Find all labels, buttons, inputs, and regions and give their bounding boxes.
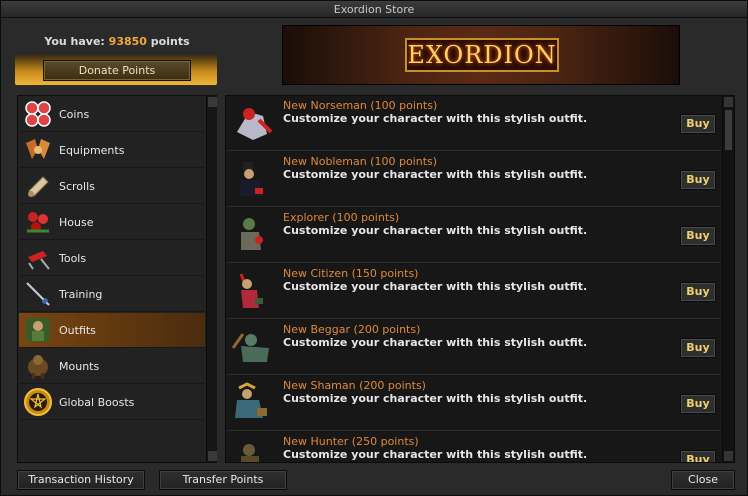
- buy-button[interactable]: Buy: [680, 282, 716, 302]
- item-description: Customize your character with this styli…: [283, 112, 588, 125]
- category-label: Equipments: [59, 144, 125, 157]
- category-training[interactable]: Training: [19, 277, 205, 312]
- item-name: Explorer (100 points): [283, 211, 400, 224]
- item-name: New Nobleman (100 points): [283, 155, 438, 168]
- item-scrollbar[interactable]: [722, 96, 734, 462]
- training-icon: [26, 282, 50, 306]
- category-label: House: [59, 216, 94, 229]
- item-description: Customize your character with this styli…: [283, 392, 588, 405]
- house-icon: [27, 212, 49, 233]
- store-item: New Norseman (100 points) Customize your…: [227, 96, 721, 151]
- exordion-logo: EXORDION: [405, 38, 559, 72]
- category-outfits[interactable]: Outfits: [19, 313, 205, 348]
- category-scrollbar[interactable]: [206, 96, 217, 462]
- item-description: Customize your character with this styli…: [283, 448, 588, 461]
- item-name: New Shaman (200 points): [283, 379, 426, 392]
- points-suffix: points: [150, 35, 190, 48]
- scroll-up-arrow[interactable]: [208, 97, 217, 107]
- item-description: Customize your character with this styli…: [283, 280, 588, 293]
- outfit-citizen-icon: [239, 273, 263, 308]
- outfit-nobleman-icon: [239, 162, 263, 196]
- store-item: Explorer (100 points) Customize your cha…: [227, 208, 721, 263]
- tools-icon: [28, 251, 50, 270]
- item-name: New Hunter (250 points): [283, 435, 419, 448]
- category-coins[interactable]: Coins: [19, 97, 205, 132]
- category-label: Scrolls: [59, 180, 95, 193]
- store-item: New Nobleman (100 points) Customize your…: [227, 152, 721, 207]
- boost-icon: [24, 388, 52, 416]
- buy-button[interactable]: Buy: [680, 394, 716, 414]
- points-amount: 93850: [108, 35, 147, 48]
- item-name: New Citizen (150 points): [283, 267, 419, 280]
- item-description: Customize your character with this styli…: [283, 336, 588, 349]
- outfit-icon: [26, 318, 50, 342]
- close-button[interactable]: Close: [671, 470, 735, 490]
- window-title[interactable]: Exordion Store: [1, 1, 747, 18]
- points-balance: You have: 93850 points: [17, 35, 217, 48]
- transfer-points-button[interactable]: Transfer Points: [159, 470, 287, 490]
- scroll-icon: [28, 176, 49, 197]
- buy-button[interactable]: Buy: [680, 114, 716, 134]
- item-list: New Norseman (100 points) Customize your…: [225, 95, 735, 463]
- item-name: New Beggar (200 points): [283, 323, 421, 336]
- category-equipments[interactable]: Equipments: [19, 133, 205, 168]
- outfit-beggar-icon: [231, 333, 269, 362]
- category-label: Tools: [59, 252, 87, 265]
- category-label: Mounts: [59, 360, 100, 373]
- equipment-icon: [26, 139, 50, 159]
- points-prefix: You have:: [44, 35, 105, 48]
- outfit-explorer-icon: [241, 218, 263, 250]
- category-label: Coins: [59, 108, 90, 121]
- transaction-history-button[interactable]: Transaction History: [17, 470, 145, 490]
- scroll-down-arrow[interactable]: [208, 451, 217, 461]
- buy-button[interactable]: Buy: [680, 338, 716, 358]
- outfit-shaman-icon: [235, 382, 267, 418]
- category-global-boosts[interactable]: Global Boosts: [19, 385, 205, 420]
- category-label: Outfits: [59, 324, 96, 337]
- buy-button[interactable]: Buy: [680, 170, 716, 190]
- item-description: Customize your character with this styli…: [283, 168, 588, 181]
- outfit-hunter-icon: [241, 444, 259, 462]
- scroll-thumb[interactable]: [725, 110, 732, 150]
- store-banner: EXORDION: [282, 25, 680, 85]
- outfit-norseman-icon: [237, 108, 273, 140]
- category-house[interactable]: House: [19, 205, 205, 240]
- category-label: Training: [59, 288, 103, 301]
- category-mounts[interactable]: Mounts: [19, 349, 205, 384]
- item-name: New Norseman (100 points): [283, 99, 438, 112]
- store-item: New Citizen (150 points) Customize your …: [227, 264, 721, 319]
- coins-icon: [25, 101, 51, 127]
- store-item: New Beggar (200 points) Customize your c…: [227, 320, 721, 375]
- category-list: Coins Equipments Scrolls House Tools Tra…: [17, 95, 217, 463]
- store-window: Exordion Store You have: 93850 points Do…: [0, 0, 748, 496]
- buy-button[interactable]: Buy: [680, 226, 716, 246]
- scroll-up-arrow[interactable]: [724, 97, 733, 107]
- buy-button[interactable]: Buy: [680, 450, 716, 462]
- store-item: New Shaman (200 points) Customize your c…: [227, 376, 721, 431]
- category-scrolls[interactable]: Scrolls: [19, 169, 205, 204]
- store-item: New Hunter (250 points) Customize your c…: [227, 432, 721, 462]
- item-description: Customize your character with this styli…: [283, 224, 588, 237]
- category-label: Global Boosts: [59, 396, 135, 409]
- category-tools[interactable]: Tools: [19, 241, 205, 276]
- donate-points-button[interactable]: Donate Points: [43, 60, 191, 81]
- mount-icon: [28, 355, 48, 379]
- scroll-down-arrow[interactable]: [724, 451, 733, 461]
